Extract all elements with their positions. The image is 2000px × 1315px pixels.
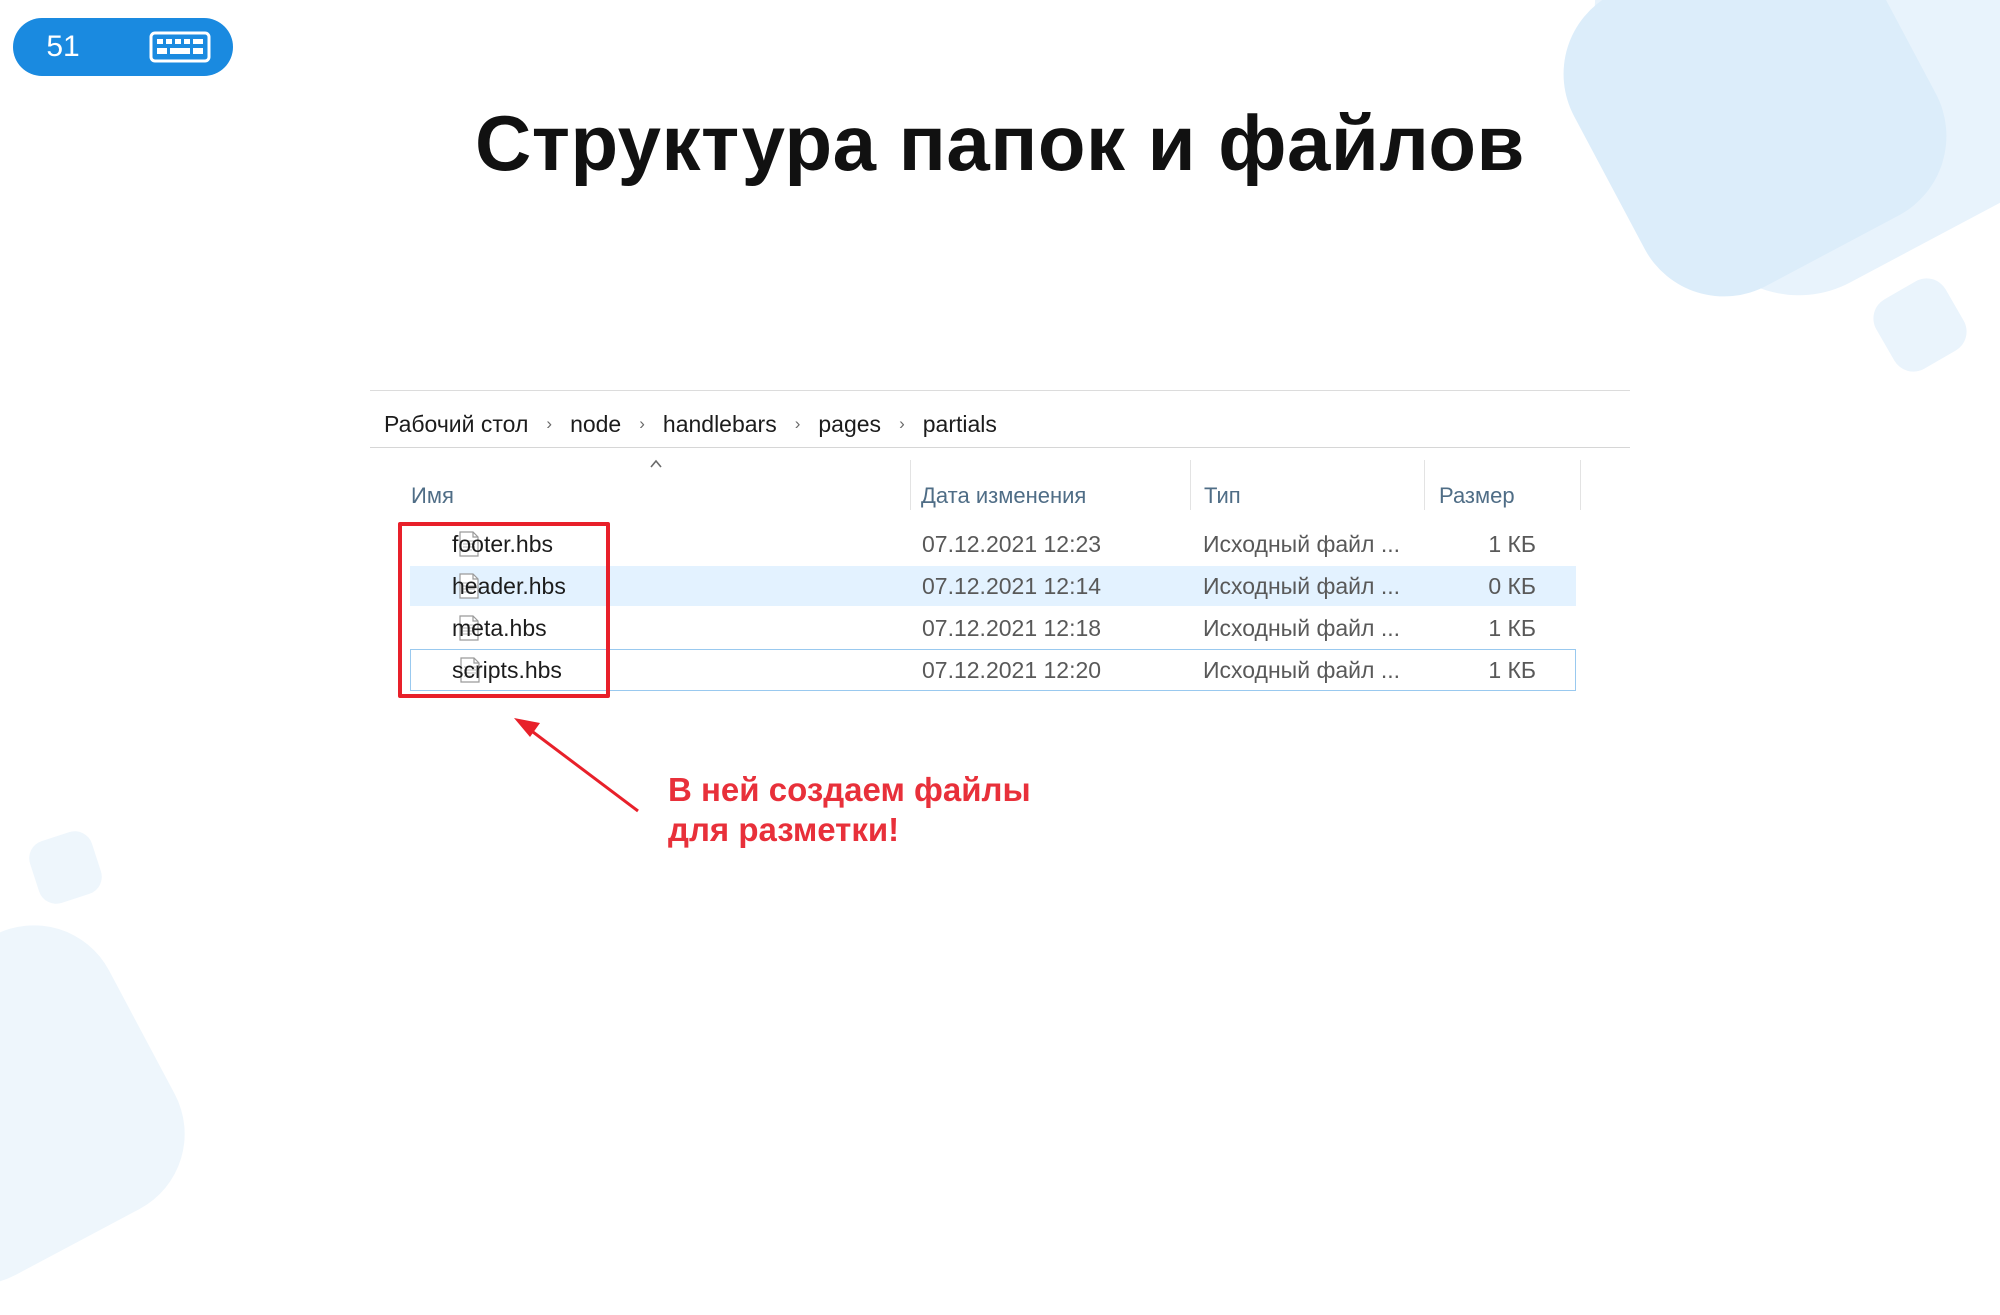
highlight-frame bbox=[398, 522, 610, 698]
file-date: 07.12.2021 12:14 bbox=[922, 573, 1102, 599]
column-divider[interactable] bbox=[1580, 460, 1581, 510]
column-header-date[interactable]: Дата изменения bbox=[921, 472, 1086, 520]
breadcrumb: Рабочий стол › node › handlebars › pages… bbox=[384, 404, 997, 444]
background-shape bbox=[0, 895, 215, 1315]
breadcrumb-item[interactable]: partials bbox=[923, 411, 997, 438]
callout-text: В ней создаем файлы для разметки! bbox=[668, 770, 1031, 850]
breadcrumb-item[interactable]: node bbox=[570, 411, 621, 438]
slide-number-badge: 51 bbox=[13, 18, 233, 76]
column-header-name[interactable]: Имя bbox=[411, 472, 454, 520]
file-type: Исходный файл ... bbox=[1203, 573, 1400, 599]
background-shape bbox=[1865, 270, 1975, 380]
chevron-right-icon[interactable]: › bbox=[639, 414, 645, 434]
keyboard-icon bbox=[149, 31, 211, 63]
breadcrumb-divider bbox=[370, 447, 1630, 448]
file-type: Исходный файл ... bbox=[1203, 657, 1400, 683]
background-shape bbox=[24, 826, 107, 909]
column-divider[interactable] bbox=[910, 460, 911, 510]
breadcrumb-item[interactable]: handlebars bbox=[663, 411, 777, 438]
chevron-right-icon[interactable]: › bbox=[899, 414, 905, 434]
file-type: Исходный файл ... bbox=[1203, 615, 1400, 641]
file-size: 1 КБ bbox=[1488, 531, 1536, 557]
file-size: 1 КБ bbox=[1488, 657, 1536, 683]
explorer-top-border bbox=[370, 390, 1630, 391]
callout-line: для разметки! bbox=[668, 811, 900, 848]
breadcrumb-item[interactable]: pages bbox=[818, 411, 881, 438]
breadcrumb-item[interactable]: Рабочий стол bbox=[384, 411, 528, 438]
column-divider[interactable] bbox=[1190, 460, 1191, 510]
chevron-right-icon[interactable]: › bbox=[795, 414, 801, 434]
chevron-up-icon bbox=[650, 459, 662, 468]
column-header-type[interactable]: Тип bbox=[1204, 472, 1241, 520]
slide-number: 51 bbox=[46, 30, 80, 63]
file-type: Исходный файл ... bbox=[1203, 531, 1400, 557]
callout-line: В ней создаем файлы bbox=[668, 771, 1031, 808]
column-divider[interactable] bbox=[1424, 460, 1425, 510]
file-date: 07.12.2021 12:20 bbox=[922, 657, 1102, 683]
file-date: 07.12.2021 12:18 bbox=[922, 615, 1102, 641]
file-date: 07.12.2021 12:23 bbox=[922, 531, 1102, 557]
chevron-right-icon[interactable]: › bbox=[546, 414, 552, 434]
column-header-size[interactable]: Размер bbox=[1439, 472, 1515, 520]
slide-title: Структура папок и файлов bbox=[474, 99, 1526, 187]
file-size: 1 КБ bbox=[1488, 615, 1536, 641]
file-size: 0 КБ bbox=[1488, 573, 1536, 599]
